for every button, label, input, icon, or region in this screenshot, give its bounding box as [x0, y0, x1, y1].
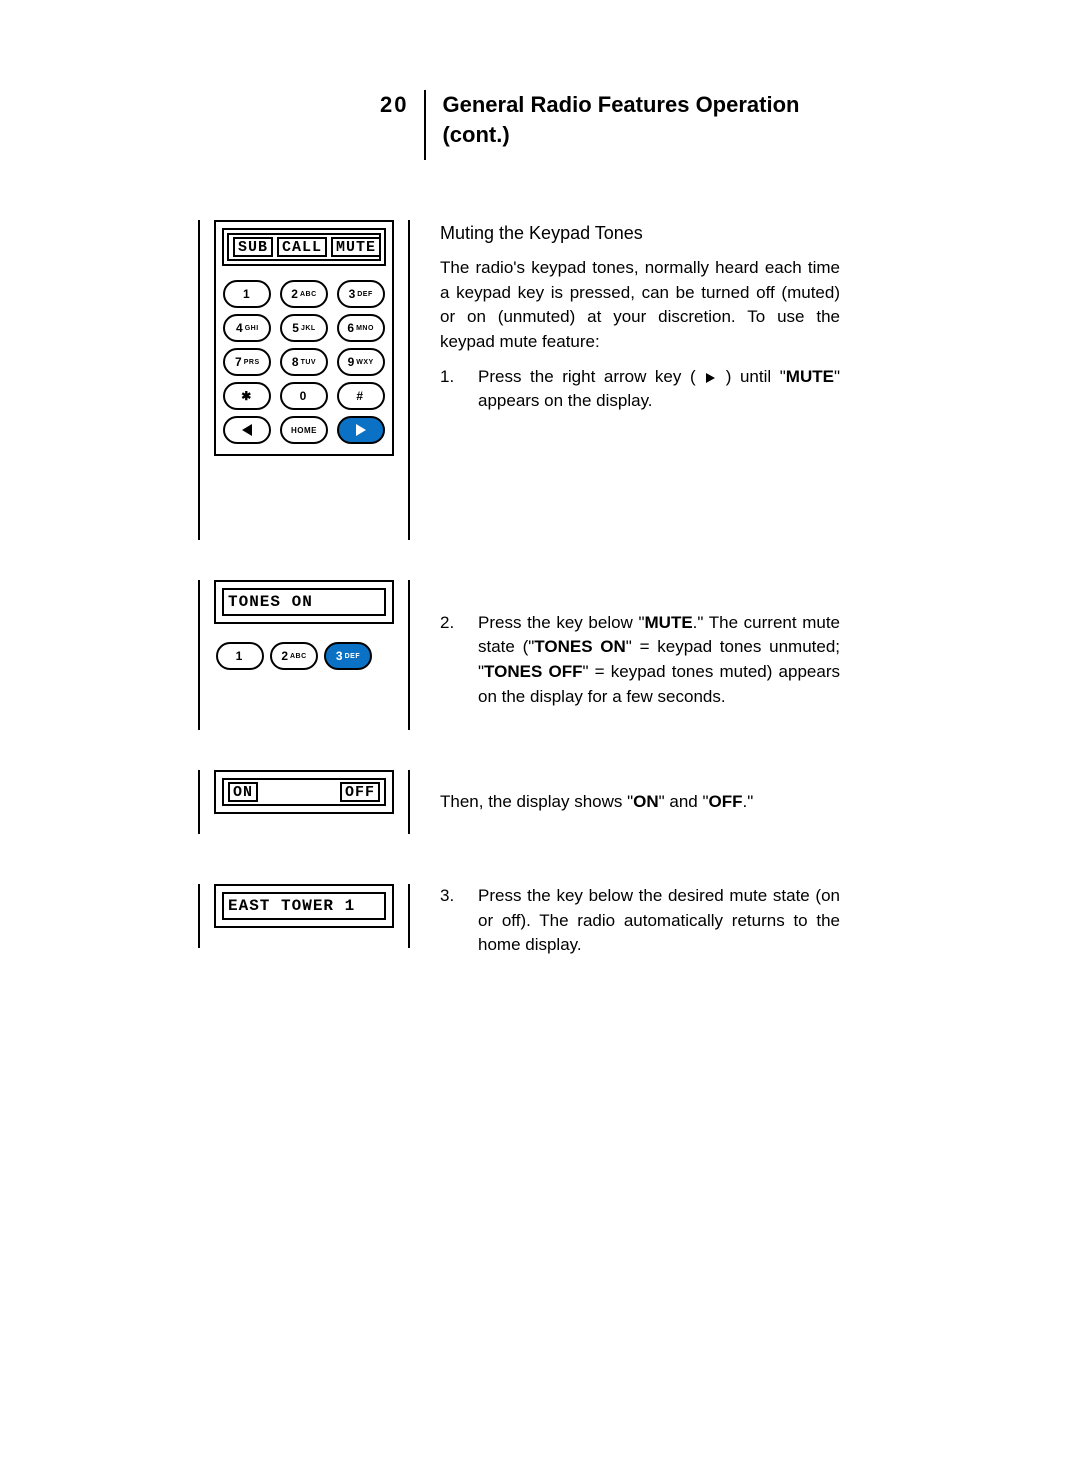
lcd-seg-mute: MUTE [331, 237, 381, 257]
key-star[interactable]: ✱ [223, 382, 271, 410]
lcd-display-1: SUB CALL MUTE [222, 228, 386, 266]
header-divider [424, 90, 426, 160]
lcd-seg-on: ON [228, 782, 258, 802]
illustration-tones-on: TONES ON 1 2ABC 3DEF [190, 580, 410, 730]
lcd-panel-tones: TONES ON [214, 580, 394, 624]
triangle-left-icon [242, 424, 252, 436]
key-arrow-left[interactable] [223, 416, 271, 444]
lcd-seg-sub: SUB [233, 237, 273, 257]
illus-divider [198, 770, 200, 834]
key-2[interactable]: 2ABC [280, 280, 328, 308]
step-1-body: Press the right arrow key ( ) until "MUT… [478, 365, 840, 414]
step-1: 1. Press the right arrow key ( ) until "… [440, 365, 840, 414]
lcd-panel-onoff: ON OFF [214, 770, 394, 814]
illus-divider [198, 884, 200, 948]
key-0[interactable]: 0 [280, 382, 328, 410]
text-intro: Muting the Keypad Tones The radio's keyp… [440, 220, 840, 414]
illus-divider [408, 770, 410, 834]
key-8[interactable]: 8TUV [280, 348, 328, 376]
lcd-inner-onoff: ON OFF [222, 778, 386, 806]
key-3-highlighted[interactable]: 3DEF [324, 642, 372, 670]
illustration-radio-panel-wrap: SUB CALL MUTE 1 2ABC 3DEF 4GHI 5JKL 6MNO… [190, 220, 410, 540]
title-line-2: (cont.) [442, 122, 509, 147]
radio-panel: SUB CALL MUTE 1 2ABC 3DEF 4GHI 5JKL 6MNO… [214, 220, 394, 456]
step-2-body: Press the key below "MUTE." The current … [478, 611, 840, 710]
subsection-title: Muting the Keypad Tones [440, 220, 840, 246]
intro-paragraph: The radio's keypad tones, normally heard… [440, 256, 840, 355]
lcd-text-east-tower: EAST TOWER 1 [228, 897, 355, 915]
lcd-inner-1: SUB CALL MUTE [227, 233, 381, 261]
key-5[interactable]: 5JKL [280, 314, 328, 342]
text-then: Then, the display shows "ON" and "OFF." [440, 790, 840, 815]
illus-divider [408, 580, 410, 730]
section-mute-intro: SUB CALL MUTE 1 2ABC 3DEF 4GHI 5JKL 6MNO… [190, 220, 840, 540]
lcd-text-tones-on: TONES ON [228, 593, 313, 611]
illustration-on-off: ON OFF [190, 770, 410, 834]
title-line-1: General Radio Features Operation [442, 92, 799, 117]
triangle-right-icon [706, 373, 715, 383]
lcd-seg-off: OFF [340, 782, 380, 802]
keyrow-under-mute: 1 2ABC 3DEF [214, 642, 394, 670]
key-3[interactable]: 3DEF [337, 280, 385, 308]
illustration-east-tower: EAST TOWER 1 [190, 884, 410, 948]
illus-divider [408, 220, 410, 540]
text-step-2: 2. Press the key below "MUTE." The curre… [440, 601, 840, 710]
page-number: 20 [380, 90, 408, 118]
page-title: General Radio Features Operation (cont.) [442, 90, 799, 149]
illus-divider [198, 220, 200, 540]
step-3-num: 3. [440, 884, 464, 958]
key-hash[interactable]: # [337, 382, 385, 410]
step-3: 3. Press the key below the desired mute … [440, 884, 840, 958]
key-1[interactable]: 1 [223, 280, 271, 308]
key-4[interactable]: 4GHI [223, 314, 271, 342]
lcd-seg-call: CALL [277, 237, 327, 257]
illus-divider [198, 580, 200, 730]
section-step-2: TONES ON 1 2ABC 3DEF 2. Press the key be… [190, 580, 840, 730]
section-on-off: ON OFF Then, the display shows "ON" and … [190, 770, 840, 834]
illus-divider [408, 884, 410, 948]
lcd-inner-home: EAST TOWER 1 [222, 892, 386, 920]
key-2[interactable]: 2ABC [270, 642, 318, 670]
then-paragraph: Then, the display shows "ON" and "OFF." [440, 790, 840, 815]
step-2-num: 2. [440, 611, 464, 710]
key-6[interactable]: 6MNO [337, 314, 385, 342]
lcd-panel-home: EAST TOWER 1 [214, 884, 394, 928]
key-1[interactable]: 1 [216, 642, 264, 670]
section-step-3: EAST TOWER 1 3. Press the key below the … [190, 874, 840, 958]
keypad: 1 2ABC 3DEF 4GHI 5JKL 6MNO 7PRS 8TUV 9WX… [222, 280, 386, 444]
step-3-body: Press the key below the desired mute sta… [478, 884, 840, 958]
triangle-right-icon [356, 424, 366, 436]
key-arrow-right[interactable] [337, 416, 385, 444]
key-9[interactable]: 9WXY [337, 348, 385, 376]
step-2: 2. Press the key below "MUTE." The curre… [440, 611, 840, 710]
key-7[interactable]: 7PRS [223, 348, 271, 376]
page-header: 20 General Radio Features Operation (con… [380, 90, 840, 160]
step-1-num: 1. [440, 365, 464, 414]
text-step-3: 3. Press the key below the desired mute … [440, 874, 840, 958]
key-home[interactable]: HOME [280, 416, 328, 444]
lcd-inner-tones: TONES ON [222, 588, 386, 616]
